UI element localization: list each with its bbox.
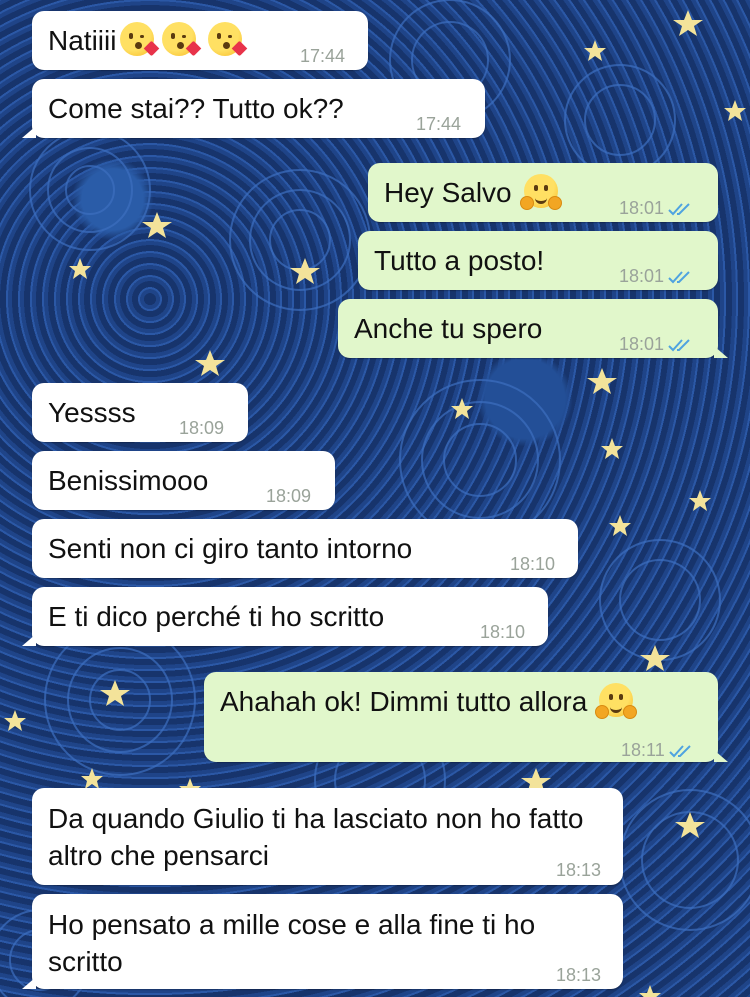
message-time: 17:44 [416, 114, 462, 134]
message-time: 18:13 [556, 860, 602, 880]
message-text: Senti non ci giro tanto intorno [48, 533, 413, 564]
message-time: 18:13 [556, 965, 602, 985]
message-bubble-outgoing[interactable]: Hey Salvo 18:01 [368, 163, 718, 222]
message-time: 18:09 [266, 486, 312, 506]
message-text: Hey Salvo [384, 174, 562, 211]
kissing-heart-emoji [120, 22, 160, 57]
message-text: Da quando Giulio ti ha lasciato non ho f… [48, 803, 584, 871]
message-time: 17:44 [300, 46, 346, 66]
message-bubble-incoming[interactable]: Natiiii 17:44 [32, 11, 368, 70]
double-check-read-icon [668, 339, 690, 352]
message-text: Natiiii [48, 22, 248, 59]
message-bubble-outgoing[interactable]: Ahahah ok! Dimmi tutto allora 18:11 [204, 672, 728, 762]
kissing-heart-emoji [208, 22, 248, 57]
message-text: Yessss [48, 397, 136, 428]
message-time: 18:01 [619, 326, 694, 363]
message-bubble-outgoing[interactable]: Anche tu spero 18:01 [338, 299, 728, 358]
message-time: 18:11 [621, 732, 695, 769]
kissing-heart-emoji [162, 22, 202, 57]
message-bubble-outgoing[interactable]: Tutto a posto! 18:01 [358, 231, 718, 290]
message-text: Benissimooo [48, 465, 209, 496]
message-text: Ahahah ok! Dimmi tutto allora [220, 683, 638, 720]
message-bubble-incoming[interactable]: Come stai?? Tutto ok?? 17:44 [22, 79, 485, 138]
message-text: E ti dico perché ti ho scritto [48, 601, 385, 632]
message-time: 18:10 [480, 622, 526, 642]
message-text: Anche tu spero [354, 313, 543, 344]
hugging-face-emoji [595, 683, 638, 719]
hugging-face-emoji [519, 174, 562, 210]
message-bubble-incoming[interactable]: Da quando Giulio ti ha lasciato non ho f… [32, 788, 623, 885]
double-check-read-icon [668, 203, 690, 216]
message-time: 18:01 [619, 190, 694, 227]
message-text: Ho pensato a mille cose e alla fine ti h… [48, 909, 536, 977]
message-bubble-incoming[interactable]: Yessss 18:09 [32, 383, 248, 442]
double-check-read-icon [668, 271, 690, 284]
message-bubble-incoming[interactable]: Benissimooo 18:09 [32, 451, 335, 510]
message-text: Come stai?? Tutto ok?? [48, 93, 344, 124]
message-time: 18:01 [619, 258, 694, 295]
message-bubble-incoming[interactable]: Ho pensato a mille cose e alla fine ti h… [22, 894, 623, 989]
message-text: Tutto a posto! [374, 245, 545, 276]
message-bubble-incoming[interactable]: E ti dico perché ti ho scritto 18:10 [22, 587, 548, 646]
message-bubble-incoming[interactable]: Senti non ci giro tanto intorno 18:10 [32, 519, 578, 578]
double-check-read-icon [669, 745, 691, 758]
message-time: 18:10 [510, 554, 556, 574]
message-time: 18:09 [179, 418, 225, 438]
